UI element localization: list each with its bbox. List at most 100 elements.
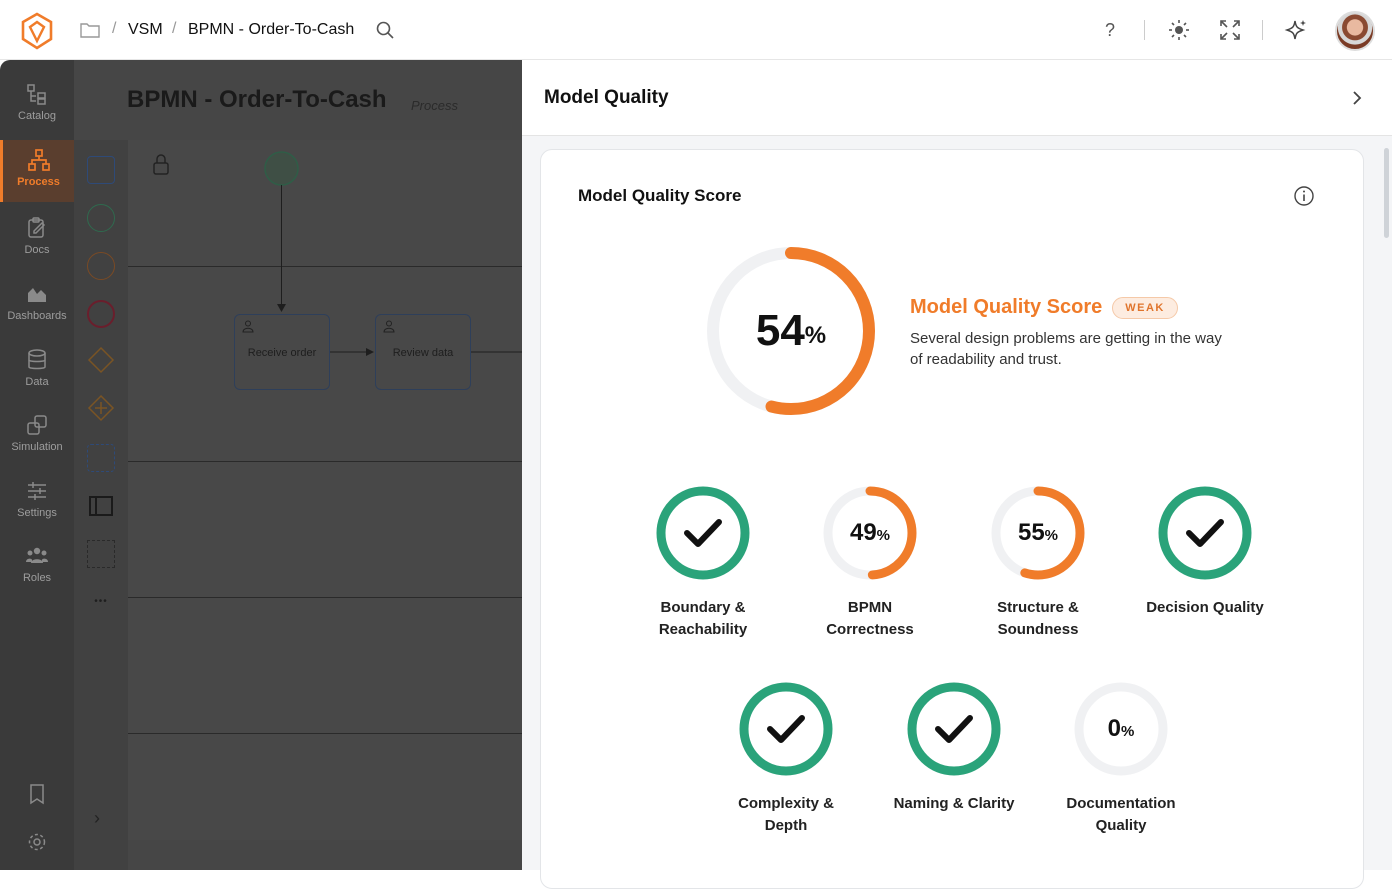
ai-sparkle-icon[interactable]	[1284, 18, 1308, 42]
metric-label: BPMN Correctness	[785, 597, 955, 641]
nav-data[interactable]: Data	[0, 340, 74, 402]
simulation-icon	[27, 415, 47, 435]
metric-label-line: Reachability	[658, 621, 748, 638]
app-logo-icon[interactable]	[20, 12, 54, 50]
metric-label-line: BPMN	[847, 599, 893, 616]
start-event[interactable]	[264, 151, 299, 186]
metric-label-line: Structure &	[997, 599, 1079, 616]
metric-value: 55%	[990, 485, 1086, 581]
gear-icon[interactable]	[25, 830, 49, 854]
task-label: Receive order	[247, 347, 317, 359]
top-bar: / VSM / BPMN - Order-To-Cash ?	[0, 0, 1392, 60]
folder-icon[interactable]	[80, 21, 100, 39]
panel-title: Model Quality	[544, 87, 669, 108]
help-icon[interactable]: ?	[1098, 18, 1122, 42]
task-review-data[interactable]: Review data	[375, 314, 471, 390]
score-label: Model Quality Score	[910, 296, 1103, 318]
metric-label: Decision Quality	[1120, 597, 1290, 619]
roles-icon	[26, 547, 48, 563]
help-glyph: ?	[1104, 19, 1115, 40]
card-title: Model Quality Score	[578, 186, 742, 205]
ring-progress	[739, 682, 833, 776]
check-icon	[684, 519, 722, 547]
metric-ring	[1158, 486, 1252, 580]
scrollbar[interactable]	[1384, 148, 1389, 238]
bookmark-icon[interactable]	[25, 782, 49, 806]
status-badge: WEAK	[1112, 296, 1178, 319]
divider	[1144, 20, 1145, 40]
metric-ring	[656, 486, 750, 580]
metric-label-line: Soundness	[997, 621, 1079, 638]
docs-icon	[28, 217, 46, 238]
metric-label-line: Boundary &	[660, 599, 746, 616]
task-receive-order[interactable]: Receive order	[234, 314, 330, 390]
overall-score-value: 54%	[703, 243, 879, 419]
metric-number: 55	[1017, 519, 1045, 546]
metric-label-line: Quality	[1095, 817, 1147, 834]
metric-ring	[739, 682, 833, 776]
nav-dashboards[interactable]: Dashboards	[0, 274, 74, 336]
catalog-icon	[27, 84, 46, 105]
search-icon[interactable]	[375, 20, 395, 40]
metric-value: 0%	[1073, 681, 1169, 777]
nav-settings[interactable]: Settings	[0, 471, 74, 533]
user-task-icon	[242, 320, 254, 333]
fullscreen-icon[interactable]	[1218, 18, 1242, 42]
score-number: 54	[755, 306, 805, 355]
metric-label-line: Decision Quality	[1146, 599, 1264, 616]
metric-label-line: Correctness	[826, 621, 914, 638]
check-icon	[767, 715, 805, 743]
metric-label: Complexity & Depth	[701, 793, 871, 837]
bpmn-connectors	[264, 151, 522, 356]
metric-label: Structure & Soundness	[953, 597, 1123, 641]
metric-unit: %	[876, 527, 891, 544]
breadcrumb-vsm[interactable]: VSM	[128, 21, 163, 39]
expand-palette-button[interactable]: ›	[94, 808, 100, 829]
nav-roles[interactable]: Roles	[0, 536, 74, 598]
breadcrumb-separator: /	[172, 20, 177, 37]
metric-number: 0	[1107, 715, 1121, 742]
divider	[1262, 20, 1263, 40]
nav-label: Dashboards	[7, 310, 67, 322]
user-avatar[interactable]	[1335, 11, 1375, 51]
check-icon	[935, 715, 973, 743]
score-heading: Model Quality Score WEAK	[910, 296, 1178, 319]
metric-unit: %	[1044, 527, 1059, 544]
nav-process[interactable]: Process	[0, 140, 74, 202]
left-navigation: Catalog Process Docs Dashboards Data Sim…	[0, 60, 74, 870]
process-icon	[27, 149, 50, 171]
nav-label: Catalog	[18, 110, 56, 122]
data-icon	[28, 349, 46, 370]
settings-sliders-icon	[28, 482, 46, 500]
model-quality-panel: Model Quality Model Quality Score 54% Mo…	[522, 60, 1392, 889]
score-description: Several design problems are getting in t…	[910, 330, 1222, 368]
info-icon[interactable]	[1293, 185, 1315, 207]
chevron-right-icon[interactable]	[1350, 88, 1364, 108]
metric-label-line: Complexity &	[738, 795, 834, 812]
breadcrumb-current[interactable]: BPMN - Order-To-Cash	[188, 21, 354, 39]
nav-label: Data	[25, 376, 49, 388]
breadcrumb-separator: /	[112, 20, 117, 37]
nav-label: Process	[17, 176, 60, 188]
ring-progress	[656, 486, 750, 580]
task-label: Review data	[392, 347, 454, 359]
metric-number: 49	[849, 519, 877, 546]
check-icon	[1186, 519, 1224, 547]
metric-label-line: Depth	[764, 817, 808, 834]
metric-label-line: Documentation	[1066, 795, 1176, 812]
theme-sun-icon[interactable]	[1167, 18, 1191, 42]
metric-label: Naming & Clarity	[869, 793, 1039, 815]
dashboards-icon	[28, 288, 46, 302]
user-task-icon	[383, 320, 395, 333]
metric-ring	[907, 682, 1001, 776]
ring-progress	[1158, 486, 1252, 580]
metric-label: Boundary & Reachability	[618, 597, 788, 641]
panel-header: Model Quality	[522, 60, 1392, 136]
nav-catalog[interactable]: Catalog	[0, 74, 74, 136]
ring-progress	[907, 682, 1001, 776]
quality-score-card: Model Quality Score 54% Model Quality Sc…	[540, 149, 1364, 889]
nav-docs[interactable]: Docs	[0, 208, 74, 270]
nav-simulation[interactable]: Simulation	[0, 405, 74, 467]
metric-unit: %	[1121, 723, 1135, 740]
process-canvas: BPMN - Order-To-Cash Process ••• Receive…	[74, 60, 522, 870]
